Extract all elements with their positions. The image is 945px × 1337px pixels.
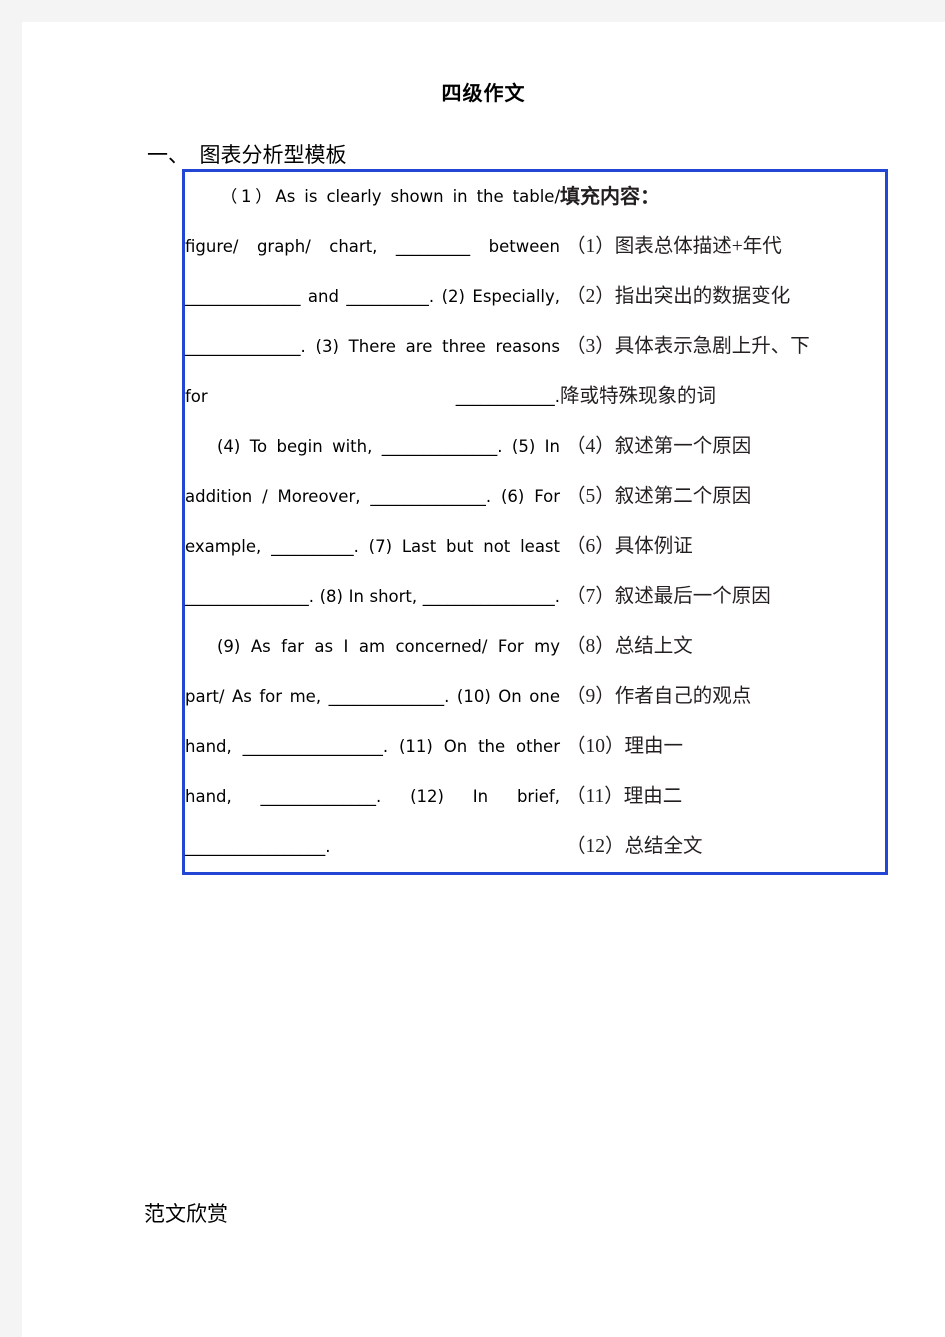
english-template-text: （1）As is clearly shown in the table/ fig… (185, 172, 560, 872)
paragraph-text: (9) As far as I am concerned/ For my par… (185, 637, 560, 856)
chinese-note-item-1: （1）图表总体描述+年代 (566, 236, 782, 257)
chinese-note-item-7: （7）叙述最后一个原因 (566, 586, 771, 607)
paragraph-text: （1）As is clearly shown in the table/ fig… (185, 187, 560, 406)
chinese-note-item-5: （5）叙述第二个原因 (566, 486, 752, 507)
chinese-note-item-4: （4）叙述第一个原因 (566, 436, 752, 457)
chinese-note-item-3: （3）具体表示急剧上升、下 (566, 336, 810, 357)
table-cell-english-template: （1）As is clearly shown in the table/ fig… (184, 171, 560, 874)
table-cell-chinese-notes: 填充内容： （1）图表总体描述+年代 （2）指出突出的数据变化 （3）具体表示急… (560, 171, 887, 874)
chinese-note-item-3-continued: 降或特殊现象的词 (560, 386, 717, 407)
chinese-note-item-8: （8）总结上文 (566, 636, 693, 657)
chinese-note-item-11: （11）理由二 (566, 786, 683, 807)
template-table: （1）As is clearly shown in the table/ fig… (182, 169, 888, 875)
document-page: 四级作文 一、 图表分析型模板 （1）As is clearly shown i… (22, 22, 945, 1337)
page-title: 四级作文 (441, 83, 526, 105)
chinese-notes-heading: 填充内容： (560, 186, 660, 208)
table-row: （1）As is clearly shown in the table/ fig… (184, 171, 887, 874)
chinese-note-item-9: （9）作者自己的观点 (566, 686, 752, 707)
chinese-notes-text: 填充内容： （1）图表总体描述+年代 （2）指出突出的数据变化 （3）具体表示急… (560, 172, 885, 872)
chinese-note-item-12: （12）总结全文 (566, 836, 703, 857)
footer-note: 范文欣赏 (144, 1202, 228, 1226)
chinese-note-item-2: （2）指出突出的数据变化 (566, 286, 791, 307)
paragraph-text: (4) To begin with, ______________. (5) I… (185, 437, 560, 606)
chinese-note-item-6: （6）具体例证 (566, 536, 693, 557)
english-paragraph-1: （1）As is clearly shown in the table/ fig… (185, 172, 560, 422)
english-paragraph-3: (9) As far as I am concerned/ For my par… (185, 622, 560, 872)
chinese-note-item-10: （10）理由一 (566, 736, 684, 757)
template-table-container: （1）As is clearly shown in the table/ fig… (182, 169, 888, 875)
section-heading: 一、 图表分析型模板 (147, 143, 347, 167)
english-paragraph-2: (4) To begin with, ______________. (5) I… (185, 422, 560, 622)
